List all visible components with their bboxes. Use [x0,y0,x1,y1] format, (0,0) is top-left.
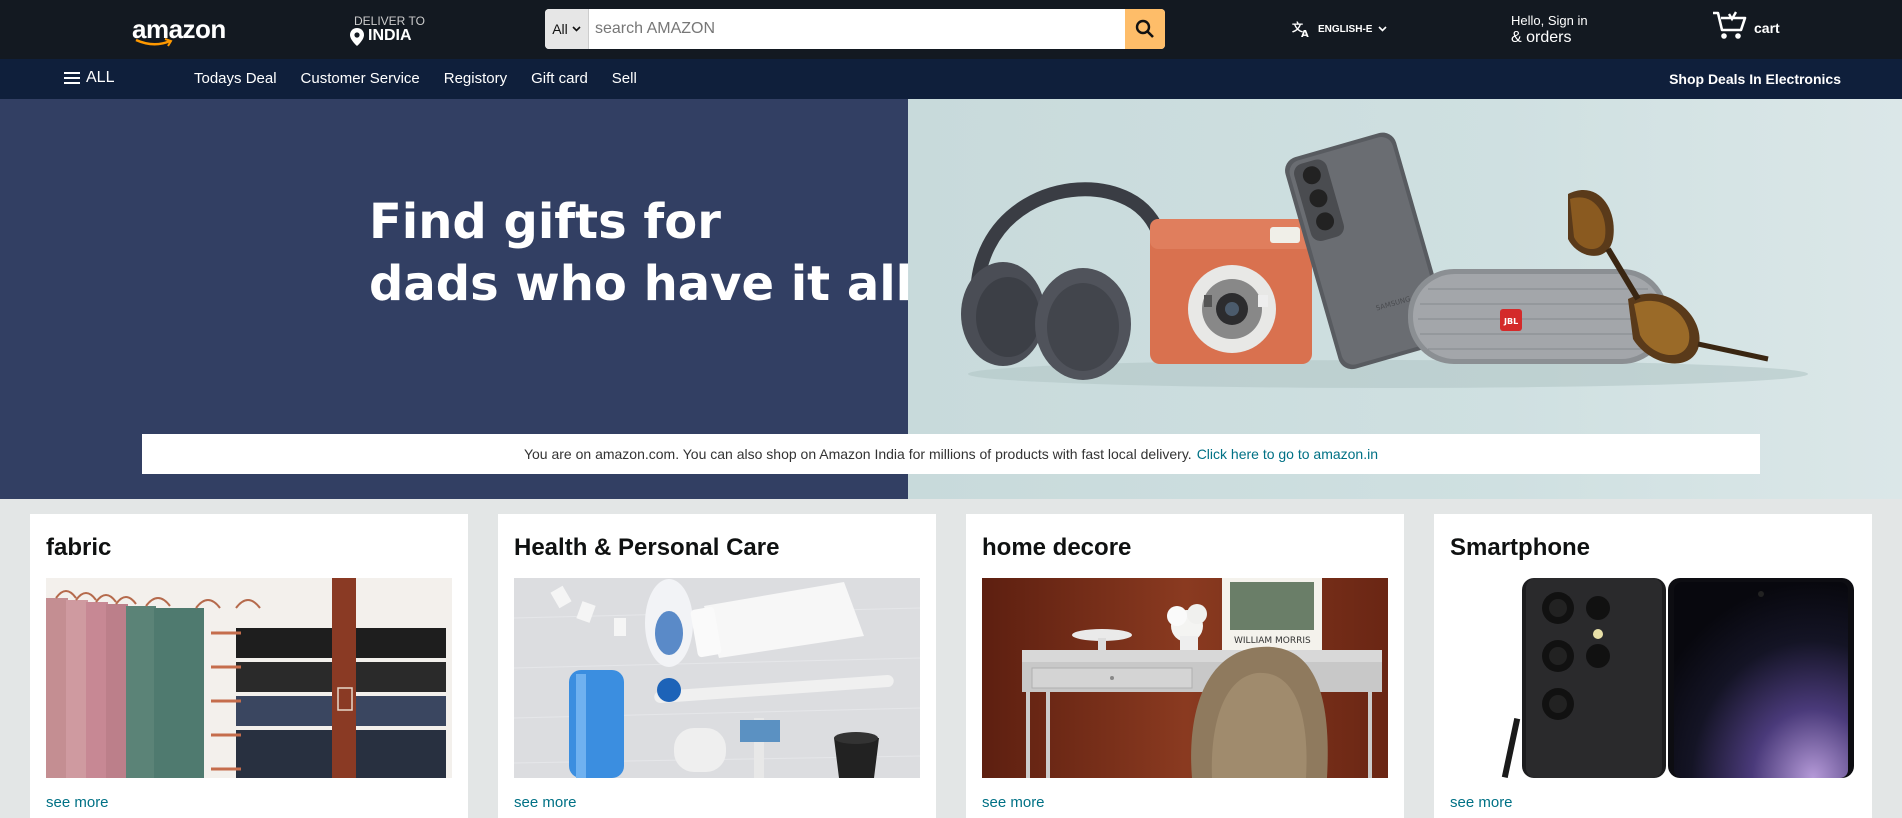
nav-links: Todays Deal Customer Service Registory G… [194,70,637,87]
nav-link-customer-service[interactable]: Customer Service [301,70,420,87]
card-title: fabric [46,534,112,561]
category-card-health[interactable]: Health & Personal Care see more [498,514,936,818]
search-icon [1135,19,1154,38]
see-more-link[interactable]: see more [1450,794,1513,811]
svg-text:JBL: JBL [1503,317,1518,326]
search-bar: All [545,9,1165,49]
top-header: amazon DELIVER TO INDIA All 文 A ENGLIS [0,0,1902,59]
search-button[interactable] [1125,9,1165,49]
locale-notice-text: You are on amazon.com. You can also shop… [523,446,1192,462]
category-card-fabric[interactable]: fabric see more [30,514,468,818]
search-input[interactable] [589,9,1125,49]
cart-icon [1713,11,1747,39]
language-selector[interactable]: 文 A ENGLISH-E [1292,20,1388,38]
account-orders[interactable]: Hello, Sign in & orders [1511,13,1588,47]
category-card-smartphone[interactable]: Smartphone see more [1434,514,1872,818]
nav-bar: ALL Todays Deal Customer Service Registo… [0,59,1902,99]
svg-text:WILLIAM MORRIS: WILLIAM MORRIS [1234,636,1311,646]
smartphone-image[interactable] [1450,578,1856,778]
hamburger-menu-icon [64,72,80,84]
nav-promo-link[interactable]: Shop Deals In Electronics [1669,71,1841,87]
card-title: Smartphone [1450,534,1591,561]
translate-icon: 文 A [1292,20,1309,38]
card-title: home decore [982,534,1132,561]
see-more-link[interactable]: see more [982,794,1045,811]
hero-title: Find gifts for dads who have it all [369,194,913,312]
deliver-to-country: INDIA [368,27,412,44]
hero-banner[interactable]: SAMSUNG JBL Find gifts for dads who have… [0,99,1902,499]
chevron-down-icon [1378,26,1388,32]
account-orders-label: & orders [1511,29,1572,46]
search-category-select[interactable]: All [545,9,589,49]
locale-notice-link[interactable]: Click here to go to amazon.in [1197,446,1378,462]
account-greeting: Hello, Sign in [1511,13,1588,28]
see-more-link[interactable]: see more [46,794,109,811]
search-category-value: All [552,21,568,37]
personal-care-products-image[interactable] [514,578,920,778]
desk-decor-image[interactable]: WILLIAM MORRIS [982,578,1388,778]
card-title: Health & Personal Care [514,534,780,561]
all-menu-button[interactable]: ALL [64,69,114,87]
all-menu-label: ALL [86,69,115,86]
nav-link-sell[interactable]: Sell [612,70,637,87]
deliver-to-label: DELIVER TO [354,14,425,28]
language-label: ENGLISH-E [1318,23,1373,35]
category-card-home-decor[interactable]: home decore WILLIAM MORRIS see more [966,514,1404,818]
chevron-down-icon [572,26,581,32]
logo-smile-icon [135,38,173,47]
svg-text:A: A [1301,29,1309,38]
cart-label: cart [1754,20,1780,36]
nav-link-todays-deal[interactable]: Todays Deal [194,70,277,87]
cart-button[interactable]: cart [1712,10,1780,42]
nav-link-registry[interactable]: Registory [444,70,507,87]
see-more-link[interactable]: see more [514,794,577,811]
fabric-hangers-image[interactable] [46,578,452,778]
nav-link-gift-card[interactable]: Gift card [531,70,588,87]
location-pin-icon [350,28,364,46]
locale-notice: You are on amazon.com. You can also shop… [142,434,1760,474]
